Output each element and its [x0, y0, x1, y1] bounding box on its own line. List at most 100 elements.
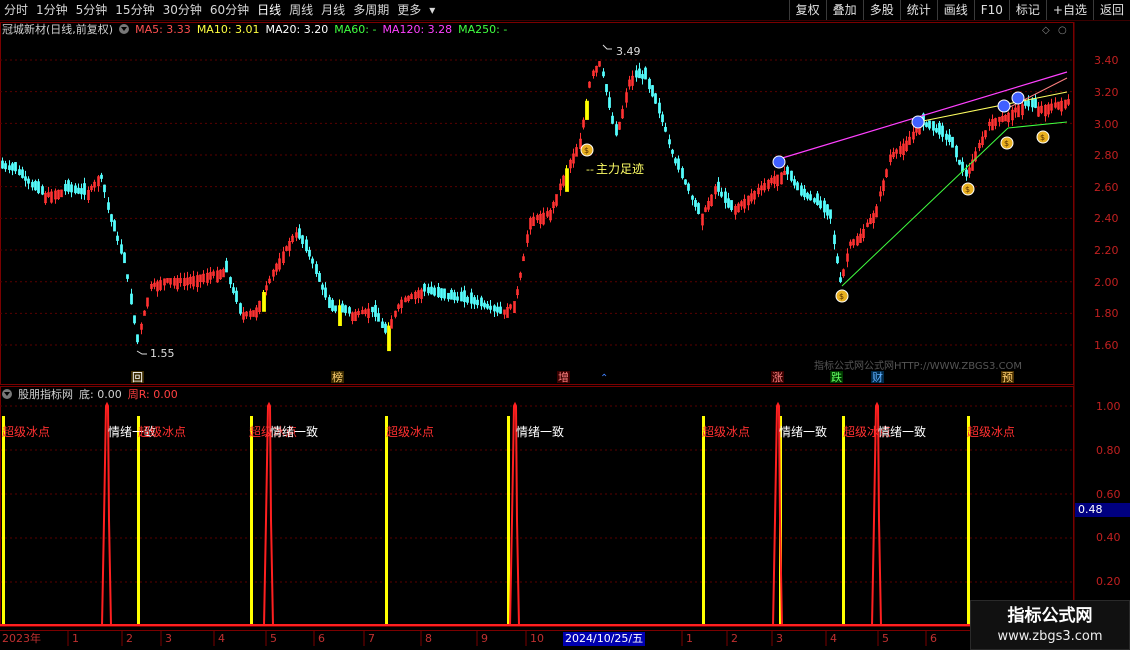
- candle-body: [24, 176, 27, 181]
- magenta-trend-line: [778, 71, 1068, 160]
- up-arrow-icon[interactable]: ⌃: [600, 373, 608, 384]
- candle-body: [110, 214, 113, 222]
- candle-body: [463, 290, 466, 303]
- candle-body: [331, 299, 334, 311]
- x-tick: 1: [72, 632, 79, 645]
- candle-body: [925, 122, 928, 127]
- signal-label-sync: 情绪一致: [878, 425, 926, 439]
- candle-body: [681, 168, 684, 179]
- y-tick: 2.20: [1094, 244, 1119, 257]
- money-bag-symbol: $: [965, 185, 970, 194]
- chart-canvas[interactable]: $$$$$ ◇ ○ 3.40 3.20 3.00 2.80 2.60 2.40 …: [0, 0, 1130, 650]
- candle-body: [611, 115, 614, 124]
- sub-y-tick: 0.60: [1096, 488, 1121, 501]
- signal-label-sync: 情绪一致: [779, 425, 827, 439]
- collapse-icon[interactable]: ○: [1058, 25, 1067, 36]
- event-marker[interactable]: 榜: [332, 370, 343, 384]
- candle-body: [648, 78, 651, 90]
- signal-label-sync: 情绪一致: [270, 425, 318, 439]
- x-tick: 9: [481, 632, 488, 645]
- candle-body: [803, 188, 806, 198]
- diamond-icon[interactable]: ◇: [1042, 25, 1050, 36]
- signal-label-sync: 情绪一致: [516, 425, 564, 439]
- candle-body: [499, 306, 502, 314]
- candle-body: [476, 299, 479, 306]
- candle-body: [945, 133, 948, 140]
- candle-body: [450, 289, 453, 300]
- candle-body: [608, 97, 611, 108]
- candle-body: [836, 256, 839, 264]
- candle-body: [456, 296, 459, 301]
- event-marker[interactable]: 增: [558, 370, 569, 384]
- candle-body: [823, 200, 826, 213]
- trend-lines: $ $ $ $ $: [580, 71, 1068, 303]
- y-tick: 2.00: [1094, 276, 1119, 289]
- candle-body: [120, 244, 123, 254]
- x-tick: 6: [930, 632, 937, 645]
- candle-body: [717, 181, 720, 192]
- candle-body: [958, 159, 961, 165]
- candle-body: [308, 249, 311, 257]
- candle-body: [724, 191, 727, 203]
- candle-body: [796, 182, 799, 191]
- candle-body: [437, 286, 440, 298]
- y-tick: 1.60: [1094, 339, 1119, 352]
- candle-body: [34, 180, 37, 191]
- event-marker[interactable]: 预: [1002, 371, 1013, 384]
- candle-body: [585, 100, 589, 120]
- candle-body: [1027, 100, 1030, 107]
- candle-body: [786, 166, 789, 175]
- candle-body: [727, 198, 730, 208]
- x-tick: 5: [270, 632, 277, 645]
- candle-body: [11, 163, 14, 171]
- candle-body: [658, 102, 661, 114]
- indicator-menu-icon[interactable]: [2, 389, 12, 399]
- indicator-title-row: 股朋指标网 底: 0.00 周R: 0.00: [2, 386, 178, 402]
- candle-body: [311, 258, 314, 264]
- y-tick: 3.00: [1094, 118, 1119, 131]
- x-tick: 2023年: [2, 631, 41, 645]
- main-chart-frame: [0, 22, 1074, 385]
- sub-y-tick: 0.40: [1096, 531, 1121, 544]
- candle-body: [453, 292, 456, 301]
- candle-body: [602, 71, 605, 77]
- money-bag-symbol: $: [1004, 139, 1009, 148]
- candle-body: [348, 307, 351, 314]
- yellow-signal-bar: [2, 416, 5, 626]
- candle-body: [668, 139, 671, 145]
- candle-body: [813, 198, 816, 203]
- face-icon: [997, 99, 1011, 113]
- indicator-name[interactable]: 股朋指标网: [18, 386, 73, 402]
- event-marker[interactable]: 财: [872, 370, 883, 384]
- candle-body: [103, 184, 106, 193]
- candle-body: [638, 68, 641, 79]
- candle-body: [483, 302, 486, 308]
- candle-body: [691, 195, 694, 200]
- event-marker[interactable]: 跌: [831, 370, 842, 384]
- candle-body: [800, 185, 803, 196]
- event-marker[interactable]: 回: [132, 371, 143, 384]
- high-pointer: [602, 44, 612, 50]
- yellow-signal-bar: [385, 416, 388, 626]
- candle-body: [677, 158, 680, 170]
- event-marker[interactable]: 涨: [772, 371, 783, 384]
- candle-body: [344, 305, 347, 313]
- x-tick: 5: [882, 632, 889, 645]
- candle-body: [64, 183, 67, 192]
- candle-body: [123, 252, 126, 264]
- candle-body: [565, 168, 569, 192]
- candle-body: [298, 228, 301, 239]
- candle-body: [341, 303, 344, 313]
- low-price-label: 1.55: [150, 347, 175, 360]
- signal-label-cold: 超级冰点: [138, 424, 186, 439]
- candle-body: [1, 160, 4, 169]
- candle-body: [664, 126, 667, 132]
- candle-body: [4, 163, 7, 170]
- candle-body: [819, 200, 822, 209]
- y-tick: 2.80: [1094, 149, 1119, 162]
- yellow-signal-bar: [967, 416, 970, 626]
- candle-body: [381, 321, 384, 328]
- candle-body: [480, 297, 483, 307]
- green-support-line: [841, 127, 1009, 287]
- candle-body: [126, 274, 129, 279]
